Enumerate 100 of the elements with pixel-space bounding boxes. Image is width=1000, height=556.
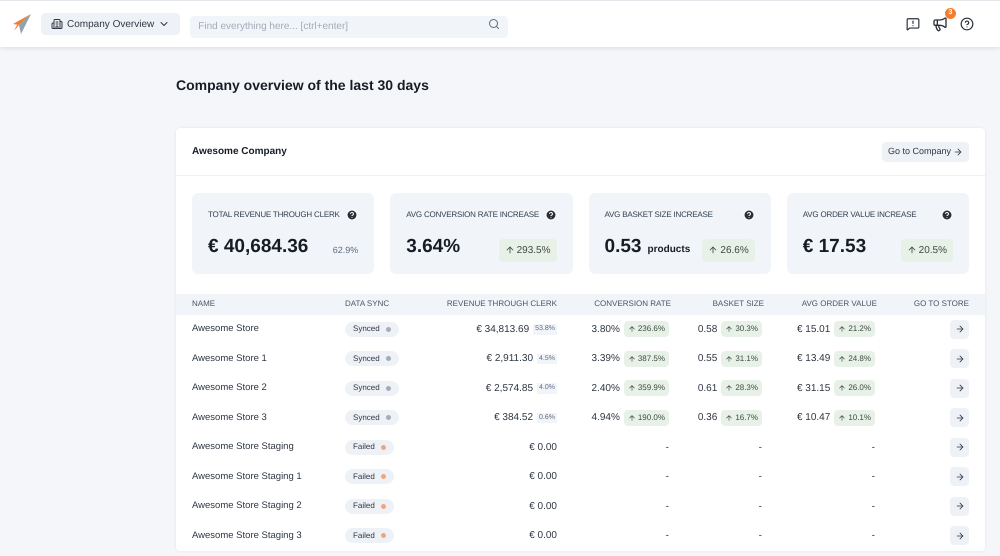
- arrow-right-icon: [954, 442, 964, 452]
- go-to-store-button[interactable]: [950, 320, 969, 339]
- column-header: NAME: [192, 298, 216, 310]
- go-to-store-button[interactable]: [950, 408, 969, 428]
- store-name: Awesome Store 1: [192, 352, 268, 366]
- increase-badge: 359.9%: [624, 380, 669, 396]
- arrow-right-icon: [954, 501, 964, 512]
- column-header: AVG ORDER VALUE: [800, 298, 877, 310]
- metric-value: -: [666, 440, 669, 455]
- go-to-store-button[interactable]: [950, 496, 969, 516]
- metric-value: € 15.01: [796, 322, 830, 337]
- go-to-store-button[interactable]: [950, 526, 969, 546]
- metric-value: -: [666, 500, 669, 514]
- go-to-store-button[interactable]: [950, 467, 969, 486]
- increase-badge: 26.6%: [702, 238, 755, 262]
- arrow-right-icon: [954, 472, 964, 482]
- metric-value: -: [872, 440, 875, 455]
- building-icon: [51, 18, 63, 30]
- metric-value: € 31.15: [796, 382, 830, 396]
- sync-status: Failed: [345, 528, 394, 544]
- store-name: Awesome Store 3: [192, 410, 268, 425]
- help-icon[interactable]: [960, 17, 974, 31]
- revenue-value: € 34,813.69: [476, 322, 530, 337]
- metric-value: -: [872, 529, 875, 544]
- metric-value: 0.55: [698, 352, 718, 366]
- sync-status: Failed: [345, 440, 394, 455]
- sync-status: Synced: [345, 322, 399, 337]
- arrow-right-icon: [954, 324, 964, 334]
- metric-value: -: [758, 500, 762, 514]
- up-arrow-icon: [838, 414, 846, 422]
- kpi-value: € 17.53: [802, 235, 866, 259]
- go-to-store-button[interactable]: [950, 438, 969, 457]
- arrow-right-icon: [954, 383, 964, 394]
- metric-value: -: [758, 440, 762, 455]
- search-icon[interactable]: [488, 18, 500, 30]
- increase-badge: 30.3%: [721, 321, 762, 338]
- nav-dropdown[interactable]: Company Overview: [41, 13, 180, 35]
- up-arrow-icon: [725, 325, 734, 334]
- arrow-right-icon: [954, 412, 964, 423]
- increase-badge: 21.2%: [834, 321, 875, 338]
- metric-value: € 10.47: [796, 411, 830, 426]
- store-name: Awesome Store 2: [192, 381, 268, 396]
- metric-value: 0.58: [698, 322, 718, 337]
- arrow-right-icon: [953, 146, 963, 156]
- up-arrow-icon: [838, 384, 846, 392]
- page-title: Company overview of the last 30 days: [176, 76, 430, 95]
- metric-value: -: [872, 470, 875, 484]
- increase-badge: 20.5%: [900, 238, 953, 262]
- up-arrow-icon: [628, 354, 636, 363]
- metric-value: -: [758, 529, 762, 544]
- revenue-value: € 2,574.85: [486, 382, 534, 396]
- kpi-value: € 40,684.36: [208, 235, 308, 259]
- store-name: Awesome Store Staging 2: [192, 499, 303, 514]
- column-header: REVENUE THROUGH CLERK: [446, 298, 557, 310]
- up-arrow-icon: [628, 414, 636, 422]
- up-arrow-icon: [708, 245, 718, 255]
- sync-status: Synced: [345, 380, 399, 396]
- company-name: Awesome Company: [192, 145, 287, 159]
- up-arrow-icon: [725, 354, 734, 363]
- sync-status: Synced: [345, 410, 399, 426]
- kpi-label: AVG BASKET SIZE INCREASE: [604, 209, 713, 221]
- kpi-value: 3.64%: [406, 235, 460, 259]
- revenue-value: € 384.52: [494, 411, 534, 426]
- metric-value: 0.36: [698, 411, 718, 426]
- kpi-label: AVG CONVERSION RATE INCREASE: [406, 209, 540, 221]
- up-arrow-icon: [628, 384, 636, 392]
- column-header: DATA SYNC: [345, 298, 390, 310]
- metric-value: € 13.49: [796, 352, 830, 366]
- kpi-label: TOTAL REVENUE THROUGH CLERK: [208, 209, 340, 221]
- increase-badge: 387.5%: [624, 350, 669, 367]
- up-arrow-icon: [725, 384, 734, 392]
- up-arrow-icon: [628, 325, 636, 334]
- metric-value: -: [666, 470, 669, 484]
- metric-value: 2.40%: [592, 382, 620, 396]
- up-arrow-icon: [838, 354, 846, 363]
- search-field[interactable]: Find everything here... [ctrl+enter]: [190, 16, 508, 38]
- go-to-company-button[interactable]: Go to Company: [882, 142, 969, 162]
- store-name: Awesome Store Staging 1: [192, 470, 303, 484]
- up-arrow-icon: [906, 245, 917, 255]
- column-header: BASKET SIZE: [712, 298, 764, 310]
- increase-badge: 24.8%: [834, 350, 875, 367]
- increase-badge: 293.5%: [498, 238, 556, 262]
- column-header: CONVERSION RATE: [593, 298, 671, 310]
- feedback-icon[interactable]: [906, 17, 920, 31]
- metric-value: 3.80%: [592, 322, 620, 337]
- increase-badge: 31.1%: [721, 350, 762, 367]
- kpi-value: 0.53: [604, 235, 642, 259]
- go-to-store-button[interactable]: [950, 349, 969, 368]
- revenue-value: € 0.00: [529, 470, 557, 484]
- metric-value: -: [758, 470, 762, 484]
- revenue-value: € 0.00: [529, 500, 557, 514]
- arrow-right-icon: [954, 530, 964, 541]
- metric-value: -: [872, 500, 875, 514]
- increase-badge: 10.1%: [834, 410, 875, 426]
- up-arrow-icon: [504, 245, 515, 255]
- metric-value: 4.94%: [592, 411, 620, 426]
- megaphone-icon[interactable]: [932, 16, 948, 32]
- kpi-unit: products: [647, 243, 690, 257]
- increase-badge: 16.7%: [721, 410, 762, 426]
- go-to-store-button[interactable]: [950, 378, 969, 398]
